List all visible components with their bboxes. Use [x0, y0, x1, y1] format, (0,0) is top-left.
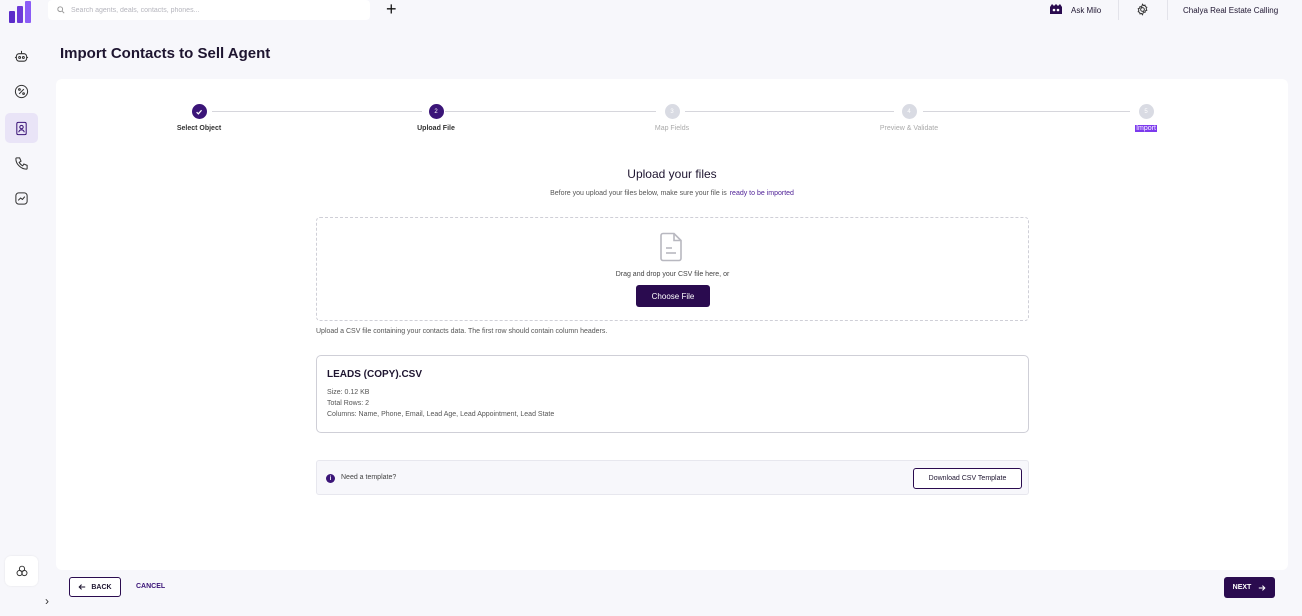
page-title: Import Contacts to Sell Agent — [60, 45, 271, 62]
sidebar-item-contacts[interactable] — [5, 113, 38, 143]
template-banner: i Need a template? Download CSV Template — [316, 460, 1029, 495]
back-label: BACK — [91, 583, 112, 591]
file-name: LEADS (COPY).CSV — [327, 369, 423, 380]
step-label: Preview & Validate — [879, 125, 939, 132]
uploaded-file-card: LEADS (COPY).CSV Size: 0.12 KB Total Row… — [316, 355, 1029, 433]
back-button[interactable]: BACK — [69, 577, 121, 597]
file-rows: Total Rows: 2 — [327, 400, 370, 407]
step-number: 4 — [901, 104, 917, 119]
template-text: Need a template? — [341, 474, 397, 481]
sidebar-item-deals[interactable] — [5, 76, 38, 106]
sidebar-item-agents[interactable] — [5, 41, 38, 71]
arrow-left-icon — [78, 584, 86, 590]
choose-file-button[interactable]: Choose File — [636, 285, 710, 307]
next-label: NEXT — [1232, 584, 1252, 591]
percent-badge-icon — [14, 84, 29, 98]
divider — [1167, 0, 1168, 20]
cancel-button[interactable]: CANCEL — [136, 583, 165, 590]
expand-sidebar-icon[interactable]: › — [45, 594, 49, 608]
step-label: Upload File — [417, 125, 455, 132]
sidebar-item-analytics[interactable] — [5, 183, 38, 213]
arrow-right-icon — [1259, 584, 1266, 591]
ask-milo-label: Ask Milo — [1071, 5, 1102, 15]
step-preview-validate: 4 Preview & Validate — [849, 104, 969, 132]
step-number: 3 — [664, 104, 680, 119]
step-label: Select Object — [176, 125, 222, 132]
info-icon: i — [326, 474, 335, 483]
file-icon — [660, 232, 682, 262]
milo-assistant-icon — [1050, 4, 1062, 14]
upload-subtitle: Before you upload your files below, make… — [0, 190, 1302, 197]
sidebar — [0, 0, 44, 616]
file-columns: Columns: Name, Phone, Email, Lead Age, L… — [327, 411, 555, 418]
step-label: Map Fields — [654, 125, 690, 132]
robot-icon — [14, 50, 29, 62]
download-template-button[interactable]: Download CSV Template — [913, 468, 1022, 489]
upload-hint: Upload a CSV file containing your contac… — [316, 328, 608, 335]
app-logo[interactable] — [9, 1, 31, 23]
global-search[interactable] — [48, 0, 370, 20]
integrations-icon — [16, 565, 27, 577]
next-button[interactable]: NEXT — [1224, 577, 1275, 598]
upload-title: Upload your files — [627, 167, 717, 181]
step-number: 5 — [1138, 104, 1154, 119]
step-import: 5 Import — [1086, 104, 1206, 132]
workspace-name[interactable]: Chalya Real Estate Calling — [1183, 6, 1278, 15]
contacts-book-icon — [16, 121, 27, 135]
upload-subtitle-text: Before you upload your files below, make… — [550, 190, 727, 197]
import-card — [56, 79, 1288, 570]
ask-milo-button[interactable]: Ask Milo — [1048, 3, 1101, 17]
sidebar-item-integrations[interactable] — [5, 556, 38, 586]
add-button[interactable]: + — [386, 0, 397, 18]
file-size: Size: 0.12 KB — [327, 389, 370, 396]
drop-instructions: Drag and drop your CSV file here, or — [615, 271, 730, 278]
divider — [1118, 0, 1119, 20]
step-upload-file: 2 Upload File — [376, 104, 496, 132]
step-map-fields: 3 Map Fields — [612, 104, 732, 132]
file-dropzone[interactable]: Drag and drop your CSV file here, or Cho… — [316, 217, 1029, 321]
search-input[interactable] — [71, 6, 361, 14]
gear-icon[interactable] — [1136, 3, 1149, 16]
step-select-object: Select Object — [139, 104, 259, 132]
check-icon — [191, 104, 207, 119]
step-label: Import — [1135, 125, 1157, 132]
search-icon — [57, 6, 65, 14]
step-number: 2 — [428, 104, 444, 119]
ready-to-import-link[interactable]: ready to be imported — [730, 190, 794, 197]
